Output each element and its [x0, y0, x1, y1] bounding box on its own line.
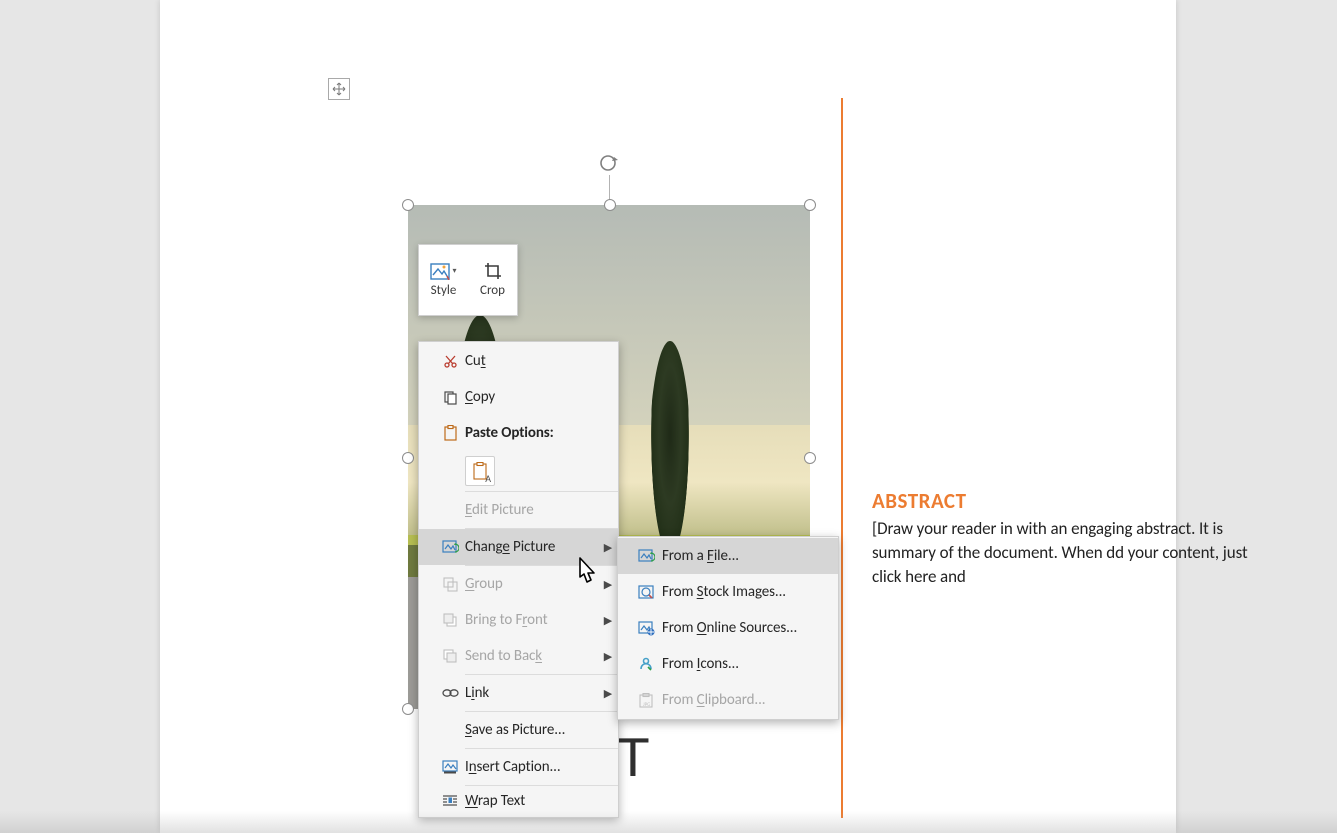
submenu-item-label: From a File... [662, 547, 838, 565]
menu-item-label: Bring to Front [465, 611, 598, 629]
crop-icon [484, 262, 502, 280]
paste-keep-text-button[interactable]: A [465, 456, 495, 486]
submenu-arrow-icon: ▶ [598, 578, 618, 591]
table-move-handle[interactable] [328, 78, 350, 100]
menu-item-label: Cut [465, 352, 618, 370]
bring-to-front-icon [435, 613, 465, 628]
picture-style-icon [430, 263, 450, 280]
paste-options-row: A [419, 451, 618, 491]
submenu-arrow-icon: ▶ [598, 687, 618, 700]
menu-item-label: Paste Options: [465, 424, 618, 442]
paste-icon [435, 425, 465, 441]
menu-paste-options-header: Paste Options: [419, 415, 618, 451]
style-button-label: Style [431, 283, 457, 298]
crop-button[interactable]: Crop [468, 245, 517, 315]
submenu-item-label: From Online Sources... [662, 619, 838, 637]
menu-item-label: Link [465, 684, 598, 702]
svg-text:JPG: JPG [643, 702, 650, 708]
submenu-item-from-clipboard: JPG From Clipboard... [618, 682, 838, 718]
menu-item-cut[interactable]: Cut [419, 343, 618, 379]
vertical-divider [841, 98, 843, 818]
abstract-body[interactable]: [Draw your reader in with an engaging ab… [872, 517, 1267, 589]
submenu-item-from-stock[interactable]: From Stock Images... [618, 574, 838, 610]
cut-icon [435, 354, 465, 369]
submenu-item-from-icons[interactable]: From Icons... [618, 646, 838, 682]
wrap-text-icon [435, 794, 465, 808]
from-file-icon [630, 549, 662, 564]
change-picture-icon [435, 540, 465, 555]
abstract-heading: ABSTRACT [872, 488, 967, 514]
resize-handle-e[interactable] [804, 452, 816, 464]
submenu-item-label: From Clipboard... [662, 691, 838, 709]
change-picture-submenu: From a File... From Stock Images... From… [617, 536, 839, 720]
menu-item-change-picture[interactable]: Change Picture ▶ [419, 529, 618, 565]
menu-item-label: Edit Picture [465, 501, 618, 519]
picture-mini-toolbar: ▾ Style Crop [418, 244, 518, 316]
from-stock-icon [630, 585, 662, 600]
menu-item-label: Group [465, 575, 598, 593]
menu-item-label: Copy [465, 388, 618, 406]
menu-item-copy[interactable]: Copy [419, 379, 618, 415]
menu-item-label: Change Picture [465, 538, 598, 556]
menu-item-insert-caption[interactable]: Insert Caption... [419, 749, 618, 785]
crop-button-label: Crop [480, 283, 505, 298]
submenu-arrow-icon: ▶ [598, 541, 618, 554]
menu-item-link[interactable]: Link ▶ [419, 675, 618, 711]
submenu-item-label: From Icons... [662, 655, 838, 673]
resize-handle-n[interactable] [604, 199, 616, 211]
menu-item-edit-picture: Edit Picture [419, 492, 618, 528]
resize-handle-ne[interactable] [804, 199, 816, 211]
submenu-item-label: From Stock Images... [662, 583, 838, 601]
copy-icon [435, 390, 465, 405]
menu-item-group: Group ▶ [419, 566, 618, 602]
menu-item-wrap-text[interactable]: Wrap Text [419, 786, 618, 816]
submenu-arrow-icon: ▶ [598, 650, 618, 663]
insert-caption-icon [435, 760, 465, 774]
submenu-item-from-file[interactable]: From a File... [618, 538, 838, 574]
group-icon [435, 577, 465, 592]
from-icons-icon [630, 657, 662, 672]
resize-handle-nw[interactable] [402, 199, 414, 211]
resize-handle-w[interactable] [402, 452, 414, 464]
picture-context-menu: Cut Copy Paste Options: A Edit Picture C… [418, 341, 619, 818]
resize-handle-sw[interactable] [402, 703, 414, 715]
submenu-item-from-online[interactable]: From Online Sources... [618, 610, 838, 646]
menu-item-label: Send to Back [465, 647, 598, 665]
send-to-back-icon [435, 649, 465, 664]
menu-item-save-as-picture[interactable]: Save as Picture... [419, 712, 618, 748]
style-button[interactable]: ▾ Style [419, 245, 468, 315]
menu-item-label: Wrap Text [465, 792, 618, 810]
menu-item-bring-to-front: Bring to Front ▶ [419, 602, 618, 638]
from-online-icon [630, 621, 662, 636]
dropdown-caret-icon: ▾ [450, 266, 456, 276]
link-icon [435, 687, 465, 699]
menu-item-label: Insert Caption... [465, 758, 618, 776]
from-clipboard-icon: JPG [630, 693, 662, 708]
menu-item-label: Save as Picture... [465, 721, 618, 739]
rotate-handle[interactable] [597, 151, 621, 180]
submenu-arrow-icon: ▶ [598, 614, 618, 627]
menu-item-send-to-back: Send to Back ▶ [419, 638, 618, 674]
